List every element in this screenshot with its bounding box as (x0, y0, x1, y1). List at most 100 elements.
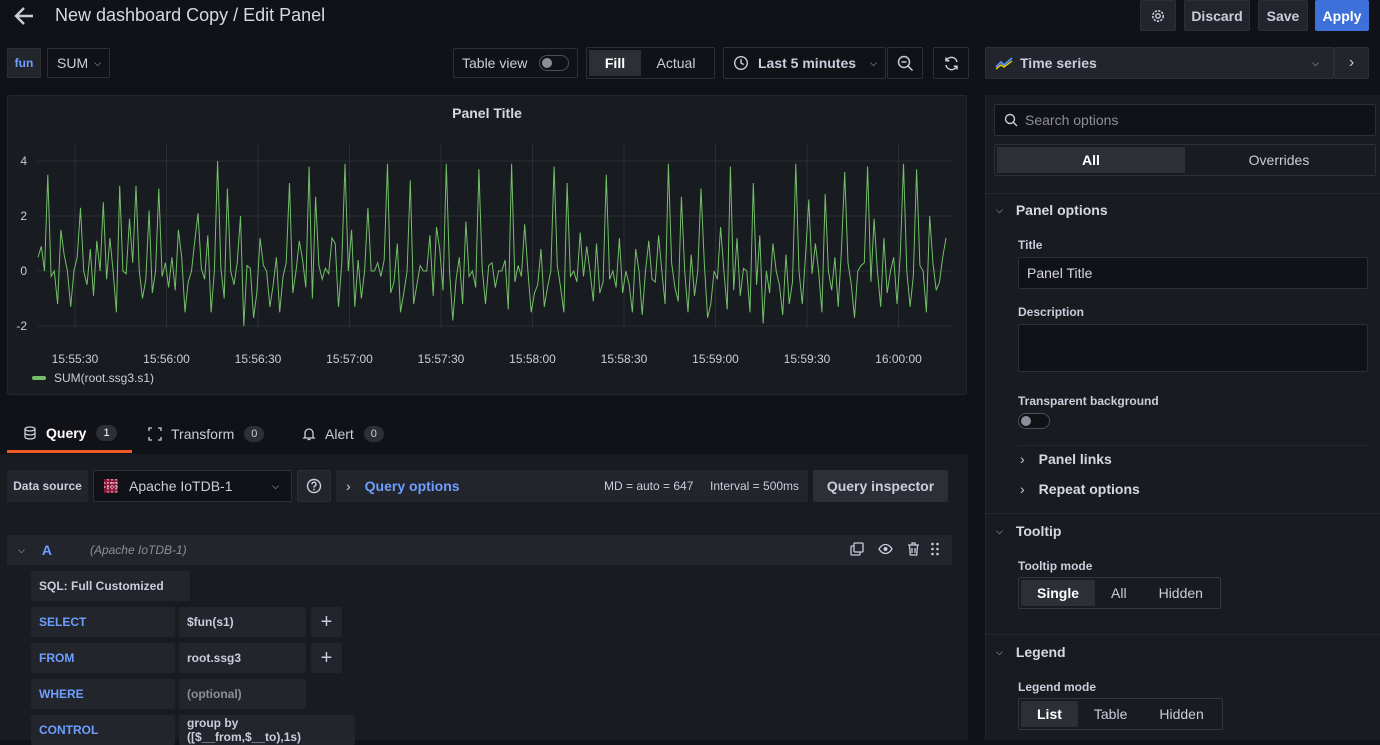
x-tick-label: 15:58:00 (509, 352, 556, 366)
database-icon (24, 425, 36, 440)
tab-overrides[interactable]: Overrides (1185, 147, 1373, 173)
tooltip-mode-single[interactable]: Single (1021, 580, 1096, 606)
drag-handle-icon[interactable] (930, 542, 940, 559)
time-series-chart[interactable]: 4 2 0 -2 15:55:30 15:56:00 15:56:30 15:57:00 15:… (8, 96, 966, 394)
legend-section-label: Legend (1015, 644, 1066, 660)
toggle-options-pane-button[interactable]: › (1334, 47, 1369, 79)
toggle-visibility-eye-icon[interactable] (878, 542, 893, 559)
chevron-right-icon: › (346, 478, 351, 494)
description-textarea[interactable] (1018, 324, 1368, 372)
fill-option[interactable]: Fill (589, 50, 641, 76)
time-series-icon (995, 57, 1013, 70)
tab-alert-count: 0 (363, 426, 384, 442)
query-inspector-button[interactable]: Query inspector (813, 470, 948, 502)
select-value: $fun(s1) (187, 615, 234, 629)
panel-options-header[interactable]: ⌵ Panel options (996, 202, 1108, 218)
x-tick-label: 15:55:30 (52, 352, 99, 366)
y-tick-label: 2 (20, 209, 27, 223)
tab-query[interactable]: Query 1 (7, 415, 132, 453)
chevron-down-icon: ⌵ (996, 525, 1003, 536)
add-from-button[interactable]: + (311, 643, 342, 673)
title-input[interactable]: Panel Title (1018, 257, 1368, 289)
data-source-picker[interactable]: Apache IoTDB-1 ⌵ (93, 470, 292, 502)
y-tick-label: 0 (20, 264, 27, 278)
from-input[interactable]: root.ssg3 (179, 643, 306, 673)
legend-mode-label: Legend mode (1018, 680, 1097, 694)
repeat-options-header[interactable]: › Repeat options (1020, 481, 1140, 497)
query-options-bar[interactable]: › Query options MD = auto = 647 Interval… (336, 470, 808, 502)
from-value: root.ssg3 (187, 651, 242, 665)
legend-mode-list[interactable]: List (1021, 701, 1078, 727)
tooltip-header[interactable]: ⌵ Tooltip (996, 523, 1061, 539)
collapse-chevron-icon[interactable]: ⌵ (18, 545, 25, 556)
tooltip-mode-all[interactable]: All (1095, 580, 1143, 606)
query-ref-id[interactable]: A (42, 542, 52, 558)
from-keyword: FROM (31, 643, 175, 673)
table-view-label: Table view (462, 55, 528, 71)
legend-series-label[interactable]: SUM(root.ssg3.s1) (54, 371, 154, 385)
chevron-down-icon: ⌵ (94, 57, 101, 68)
tooltip-mode-hidden[interactable]: Hidden (1143, 580, 1219, 606)
chevron-right-icon: › (1348, 54, 1355, 71)
table-view-toggle[interactable]: Table view (453, 48, 578, 78)
transparent-background-switch[interactable] (1018, 413, 1050, 429)
plus-icon: + (320, 610, 333, 633)
divider (986, 513, 1380, 514)
search-options-input[interactable]: Search options (994, 104, 1376, 136)
divider (1018, 445, 1368, 446)
table-view-switch[interactable] (539, 55, 570, 71)
legend: SUM(root.ssg3.s1) (32, 371, 154, 385)
divider (986, 634, 1380, 635)
variable-value: SUM (57, 55, 89, 71)
bell-icon (302, 428, 316, 441)
actual-option[interactable]: Actual (641, 50, 711, 76)
duplicate-query-icon[interactable] (850, 541, 864, 559)
add-select-button[interactable]: + (311, 607, 342, 637)
sql-mode-label: SQL: Full Customized (39, 579, 164, 593)
select-keyword: SELECT (31, 607, 175, 637)
x-tick-label: 15:59:00 (692, 352, 739, 366)
back-arrow-icon[interactable] (12, 4, 36, 28)
legend-mode-table[interactable]: Table (1078, 701, 1143, 727)
sql-mode-selector[interactable]: SQL: Full Customized (31, 571, 190, 601)
time-range-picker[interactable]: Last 5 minutes ⌵ (723, 47, 886, 79)
discard-button[interactable]: Discard (1184, 0, 1250, 31)
where-input[interactable]: (optional) (179, 679, 306, 709)
refresh-button[interactable] (933, 47, 969, 79)
question-circle-icon (306, 478, 322, 494)
visualization-picker[interactable]: Time series ⌵ (985, 47, 1334, 79)
control-keyword: CONTROL (31, 715, 175, 745)
apply-button[interactable]: Apply (1315, 0, 1369, 31)
tooltip-mode-group: Single All Hidden (1018, 577, 1221, 609)
description-field-label: Description (1018, 305, 1085, 319)
gear-icon (1152, 9, 1164, 22)
where-keyword: WHERE (31, 679, 175, 709)
data-source-help-button[interactable] (297, 470, 331, 502)
save-button[interactable]: Save (1258, 0, 1308, 31)
chevron-down-icon: ⌵ (272, 480, 279, 491)
tab-query-label: Query (46, 424, 87, 441)
tab-query-count: 1 (96, 424, 117, 441)
delete-query-trash-icon[interactable] (907, 541, 920, 559)
legend-header[interactable]: ⌵ Legend (996, 644, 1066, 660)
panel-links-header[interactable]: › Panel links (1020, 451, 1112, 467)
legend-mode-group: List Table Hidden (1018, 698, 1223, 730)
query-ref-source: (Apache IoTDB-1) (89, 543, 187, 557)
search-icon (1004, 113, 1018, 127)
variable-select[interactable]: SUM ⌵ (47, 48, 110, 78)
zoom-out-button[interactable] (887, 47, 923, 79)
tab-transform[interactable]: Transform 0 (148, 415, 265, 453)
tooltip-label: Tooltip (1015, 523, 1062, 539)
y-tick-label: 4 (20, 154, 27, 168)
control-input[interactable]: group by ([$__from,$__to),1s) (179, 715, 355, 745)
variable-label: fun (7, 48, 41, 78)
tab-all[interactable]: All (997, 147, 1185, 173)
dashboard-settings-button[interactable] (1140, 0, 1176, 31)
search-options-placeholder: Search options (1025, 112, 1119, 128)
tab-alert[interactable]: Alert 0 (302, 415, 384, 453)
chevron-down-icon: ⌵ (870, 57, 877, 68)
legend-mode-hidden[interactable]: Hidden (1143, 701, 1219, 727)
select-keyword-label: SELECT (39, 615, 87, 629)
select-input[interactable]: $fun(s1) (179, 607, 306, 637)
refresh-icon (944, 56, 958, 70)
